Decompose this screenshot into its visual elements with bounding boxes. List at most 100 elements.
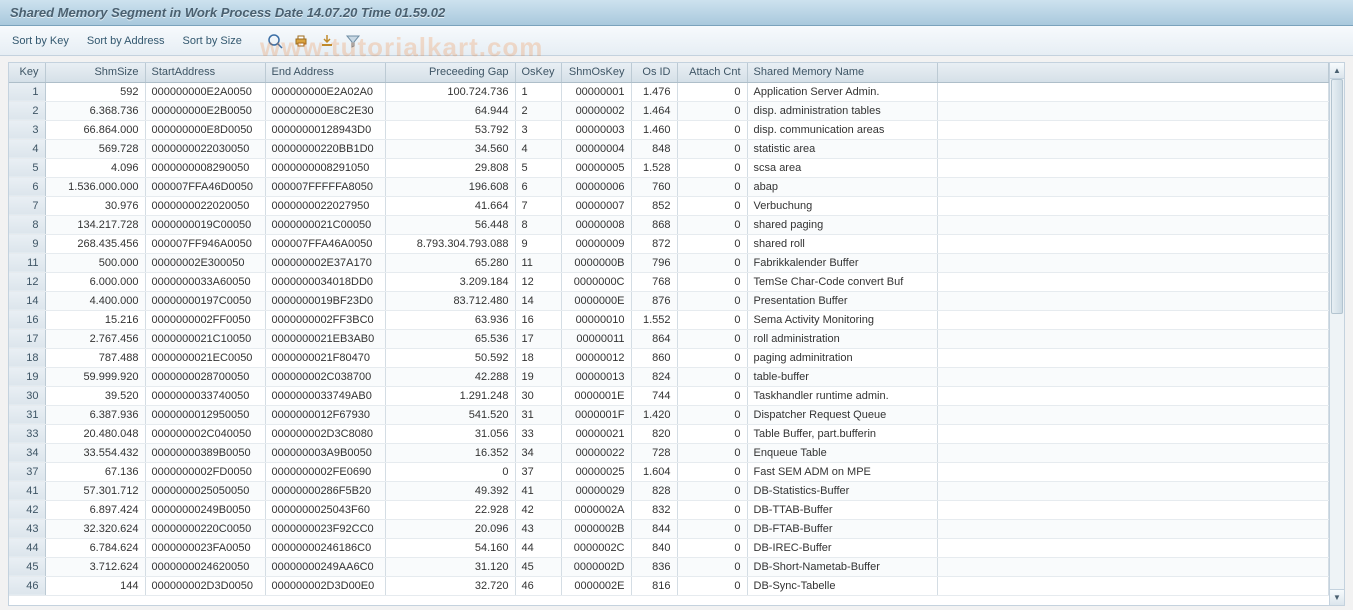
table-row[interactable]: 446.784.6240000000023FA00500000000024618… [9, 538, 1329, 557]
cell-key[interactable]: 5 [9, 158, 45, 177]
filter-icon[interactable] [344, 32, 362, 50]
table-row[interactable]: 18787.4880000000021EC00500000000021F8047… [9, 348, 1329, 367]
print-icon[interactable] [292, 32, 310, 50]
cell-osid: 872 [631, 234, 677, 253]
table-row[interactable]: 4569.728000000002203005000000000220BB1D0… [9, 139, 1329, 158]
table-row[interactable]: 3039.52000000000337400500000000033749AB0… [9, 386, 1329, 405]
cell-key[interactable]: 19 [9, 367, 45, 386]
cell-key[interactable]: 7 [9, 196, 45, 215]
cell-preceedinggap: 42.288 [385, 367, 515, 386]
table-row[interactable]: 453.712.624000000002462005000000000249AA… [9, 557, 1329, 576]
cell-key[interactable]: 46 [9, 576, 45, 595]
cell-key[interactable]: 42 [9, 500, 45, 519]
cell-startaddress: 000000002C040050 [145, 424, 265, 443]
vertical-scrollbar[interactable]: ▲ ▼ [1329, 63, 1345, 605]
cell-key[interactable]: 6 [9, 177, 45, 196]
cell-sharedmemoryname: TemSe Char-Code convert Buf [747, 272, 937, 291]
cell-key[interactable]: 8 [9, 215, 45, 234]
column-header-startaddress[interactable]: StartAddress [145, 63, 265, 82]
column-header-attachcnt[interactable]: Attach Cnt [677, 63, 747, 82]
column-header-osid[interactable]: Os ID [631, 63, 677, 82]
cell-key[interactable]: 17 [9, 329, 45, 348]
cell-shmoskey: 00000029 [561, 481, 631, 500]
cell-key[interactable]: 11 [9, 253, 45, 272]
table-row[interactable]: 4332.320.62400000000220C00500000000023F9… [9, 519, 1329, 538]
cell-preceedinggap: 34.560 [385, 139, 515, 158]
table-row[interactable]: 426.897.42400000000249B00500000000025043… [9, 500, 1329, 519]
scroll-track[interactable] [1330, 79, 1344, 589]
table-row[interactable]: 1592000000000E2A0050000000000E2A02A0100.… [9, 82, 1329, 101]
column-header-shmoskey[interactable]: ShmOsKey [561, 63, 631, 82]
table-row[interactable]: 4157.301.712000000002505005000000000286F… [9, 481, 1329, 500]
cell-oskey: 2 [515, 101, 561, 120]
table-row[interactable]: 144.400.00000000000197C00500000000019BF2… [9, 291, 1329, 310]
table-row[interactable]: 3433.554.43200000000389B0050000000003A9B… [9, 443, 1329, 462]
cell-preceedinggap: 65.280 [385, 253, 515, 272]
table-row[interactable]: 366.864.000000000000E8D00500000000012894… [9, 120, 1329, 139]
cell-attachcnt: 0 [677, 291, 747, 310]
download-icon[interactable] [318, 32, 336, 50]
cell-key[interactable]: 44 [9, 538, 45, 557]
table-row[interactable]: 126.000.0000000000033A600500000000034018… [9, 272, 1329, 291]
cell-sharedmemoryname: disp. communication areas [747, 120, 937, 139]
cell-filler [937, 177, 1328, 196]
sort-by-size-button[interactable]: Sort by Size [183, 35, 242, 47]
table-row[interactable]: 8134.217.7280000000019C000500000000021C0… [9, 215, 1329, 234]
cell-key[interactable]: 16 [9, 310, 45, 329]
column-header-preceedinggap[interactable]: Preceeding Gap [385, 63, 515, 82]
cell-startaddress: 0000000021C10050 [145, 329, 265, 348]
cell-key[interactable]: 45 [9, 557, 45, 576]
cell-preceedinggap: 16.352 [385, 443, 515, 462]
table-row[interactable]: 61.536.000.000000007FFA46D0050000007FFFF… [9, 177, 1329, 196]
cell-oskey: 41 [515, 481, 561, 500]
cell-shmoskey: 0000001F [561, 405, 631, 424]
cell-key[interactable]: 1 [9, 82, 45, 101]
cell-key[interactable]: 9 [9, 234, 45, 253]
cell-preceedinggap: 53.792 [385, 120, 515, 139]
cell-key[interactable]: 31 [9, 405, 45, 424]
table-row[interactable]: 316.387.93600000000129500500000000012F67… [9, 405, 1329, 424]
column-header-endaddress[interactable]: End Address [265, 63, 385, 82]
column-header-key[interactable]: Key [9, 63, 45, 82]
table-row[interactable]: 3320.480.048000000002C040050000000002D3C… [9, 424, 1329, 443]
cell-key[interactable]: 33 [9, 424, 45, 443]
cell-key[interactable]: 41 [9, 481, 45, 500]
cell-attachcnt: 0 [677, 82, 747, 101]
cell-shmsize: 66.864.000 [45, 120, 145, 139]
scroll-thumb[interactable] [1331, 79, 1343, 314]
cell-key[interactable]: 2 [9, 101, 45, 120]
cell-sharedmemoryname: Fast SEM ADM on MPE [747, 462, 937, 481]
cell-startaddress: 00000002E300050 [145, 253, 265, 272]
column-header-shmsize[interactable]: ShmSize [45, 63, 145, 82]
cell-key[interactable]: 14 [9, 291, 45, 310]
cell-oskey: 33 [515, 424, 561, 443]
cell-key[interactable]: 43 [9, 519, 45, 538]
table-row[interactable]: 26.368.736000000000E2B0050000000000E8C2E… [9, 101, 1329, 120]
table-row[interactable]: 11500.00000000002E300050000000002E37A170… [9, 253, 1329, 272]
cell-key[interactable]: 18 [9, 348, 45, 367]
cell-startaddress: 00000000197C0050 [145, 291, 265, 310]
column-header-sharedmemoryname[interactable]: Shared Memory Name [747, 63, 937, 82]
scroll-down-button[interactable]: ▼ [1330, 589, 1344, 605]
table-row[interactable]: 730.976000000002202005000000000220279504… [9, 196, 1329, 215]
cell-key[interactable]: 4 [9, 139, 45, 158]
table-row[interactable]: 54.0960000000008290050000000000829105029… [9, 158, 1329, 177]
column-header-oskey[interactable]: OsKey [515, 63, 561, 82]
table-row[interactable]: 3767.1360000000002FD00500000000002FE0690… [9, 462, 1329, 481]
table-row[interactable]: 9268.435.456000007FF946A0050000007FFA46A… [9, 234, 1329, 253]
table-row[interactable]: 1959.999.9200000000028700050000000002C03… [9, 367, 1329, 386]
cell-key[interactable]: 34 [9, 443, 45, 462]
scroll-up-button[interactable]: ▲ [1330, 63, 1344, 79]
cell-sharedmemoryname: Table Buffer, part.bufferin [747, 424, 937, 443]
table-row[interactable]: 172.767.4560000000021C100500000000021EB3… [9, 329, 1329, 348]
cell-key[interactable]: 37 [9, 462, 45, 481]
sort-by-address-button[interactable]: Sort by Address [87, 35, 165, 47]
sort-by-key-button[interactable]: Sort by Key [12, 35, 69, 47]
cell-key[interactable]: 30 [9, 386, 45, 405]
table-row[interactable]: 46144000000002D3D0050000000002D3D00E032.… [9, 576, 1329, 595]
cell-key[interactable]: 3 [9, 120, 45, 139]
details-icon[interactable] [266, 32, 284, 50]
cell-key[interactable]: 12 [9, 272, 45, 291]
table-row[interactable]: 1615.2160000000002FF00500000000002FF3BC0… [9, 310, 1329, 329]
cell-attachcnt: 0 [677, 519, 747, 538]
